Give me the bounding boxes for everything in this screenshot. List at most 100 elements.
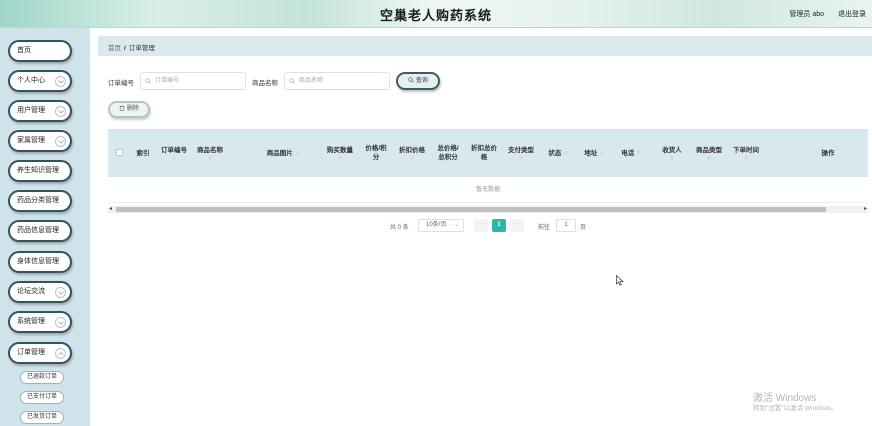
sidebar-item-label: 首页 [17,47,31,54]
sort-icon[interactable]: ⬦ [172,155,176,161]
column-header-label: 支付类型 [508,146,534,154]
sidebar-item-label: 论坛交流 [17,288,45,295]
column-header-label: 订单编号 [161,146,187,154]
top-header: 空巢老人购药系统 管理员 abo 退出登录 [0,0,872,28]
product-name-placeholder: 商品名称 [299,78,324,84]
column-header[interactable]: 商品名称 ⬦ [192,129,228,177]
sidebar-item-order-management[interactable]: 订单管理 [8,342,72,364]
table-header: 索引 订单编号 ⬦ 商品名称 ⬦ 商品图片 ⬦ 购买数量 ⬦ 价格/积分 折扣价格 ⬦ 总… [108,129,868,177]
column-header-label: 操作 [821,149,835,157]
scroll-left-icon[interactable]: ◂ [109,206,112,213]
sidebar-item-home[interactable]: 首页 [8,40,72,62]
sidebar-subitem-refunded-orders[interactable]: 已退款订单 [20,371,64,384]
sidebar-item-health-knowledge[interactable]: 养生知识管理 [8,160,72,182]
sort-icon[interactable]: ⬦ [600,150,604,156]
sidebar-item-label: 家属管理 [17,137,45,144]
column-header[interactable]: 价格/积分 [358,129,394,177]
sort-icon[interactable]: ⬦ [519,155,523,161]
column-header-label: 购买数量 [327,146,353,154]
sidebar-item-label: 身体信息管理 [17,258,59,265]
sidebar-item-label: 系统管理 [17,318,45,325]
sidebar-item-user-management[interactable]: 用户管理 [8,100,72,122]
sidebar-item-system-management[interactable]: 系统管理 [8,311,72,333]
sort-icon[interactable]: ⬦ [208,155,212,161]
sidebar-item-label: 个人中心 [17,77,45,84]
chevron-down-icon [55,317,66,328]
chevron-up-icon [55,348,66,359]
column-header[interactable]: 折扣总价格 [466,129,502,177]
sidebar-item-forum[interactable]: 论坛交流 [8,281,72,303]
sort-icon[interactable]: ⬦ [410,155,414,161]
column-header-label: 商品图片 [266,149,293,157]
sort-icon[interactable]: ⬦ [744,155,748,161]
column-header[interactable]: 地址 ⬦ [576,129,612,177]
column-header[interactable]: 支付类型 ⬦ [502,129,540,177]
goto-label: 前往 [538,225,551,231]
main-content: 首页 / 订单管理 订单编号 订单编号 商品名称 商品名称 查询 删除 索引 订单编… [90,28,872,426]
column-header[interactable]: 电话 ⬦ [612,129,650,177]
select-all-checkbox[interactable] [116,149,123,156]
sort-icon[interactable]: ⬦ [637,150,641,156]
column-header-label: 状态 [548,149,562,157]
column-header[interactable]: 状态 ⬦ [540,129,576,177]
sidebar: 首页 个人中心 用户管理 家属管理 养生知识管理 药品分类管理 药品信息管理 身… [0,28,90,426]
breadcrumb-home[interactable]: 首页 [108,45,121,52]
sidebar-item-label: 订单管理 [17,349,45,356]
column-header[interactable]: 购买数量 ⬦ [322,129,358,177]
column-header[interactable]: 订单编号 ⬦ [156,129,192,177]
sidebar-item-family-management[interactable]: 家属管理 [8,130,72,152]
column-header[interactable]: 总价格/总积分 [430,129,466,177]
chevron-down-icon [55,136,66,147]
column-header-label: 商品类型 [696,146,722,154]
sort-icon[interactable]: ⬦ [564,150,568,156]
delete-button[interactable]: 删除 [108,101,150,118]
column-header-label: 收货人 [662,146,682,154]
order-no-input[interactable]: 订单编号 [140,72,246,90]
sidebar-item-body-info[interactable]: 身体信息管理 [8,251,72,273]
column-header[interactable]: 索引 [130,129,156,177]
breadcrumb-separator: / [124,45,126,52]
logout-link[interactable]: 退出登录 [838,9,866,19]
column-header-label: 电话 [621,149,635,157]
search-icon [289,78,295,84]
query-button-label: 查询 [415,78,428,84]
column-header-label: 地址 [584,149,598,157]
prev-page-button[interactable]: ‹ [474,219,488,232]
sort-icon[interactable]: ⬦ [338,155,342,161]
sidebar-subitem-shipped-orders[interactable]: 已发货订单 [20,411,64,424]
scrollbar-thumb[interactable] [116,207,826,212]
product-name-input[interactable]: 商品名称 [284,72,390,90]
query-button[interactable]: 查询 [396,72,440,90]
column-header[interactable]: 商品类型 ⬦ [690,129,728,177]
sort-icon[interactable]: ⬦ [670,155,674,161]
breadcrumb-current: 订单管理 [128,45,155,52]
page-number-current[interactable]: 1 [492,219,506,232]
chevron-down-icon [55,287,66,298]
sidebar-item-label: 药品分类管理 [17,197,59,204]
column-header[interactable]: 收货人 ⬦ [654,129,690,177]
sidebar-item-drug-info[interactable]: 药品信息管理 [8,220,72,242]
column-header-label: 商品名称 [197,146,223,154]
goto-page-input[interactable]: 1 [556,219,576,232]
order-no-placeholder: 订单编号 [155,78,180,84]
sidebar-item-drug-category[interactable]: 药品分类管理 [8,190,72,212]
search-icon [408,77,414,83]
activation-watermark-subtitle: 转到"设置"以激活 Windows。 [753,405,838,412]
scroll-right-icon[interactable]: ▸ [864,206,867,213]
breadcrumb: 首页 / 订单管理 [108,42,155,52]
column-header[interactable]: 折扣价格 ⬦ [394,129,430,177]
sort-icon[interactable]: ⬦ [707,155,711,161]
sidebar-item-label: 养生知识管理 [17,167,59,174]
table-empty-text: 暂无数据 [108,177,868,203]
chevron-down-icon [55,106,66,117]
sidebar-subitem-paid-orders[interactable]: 已支付订单 [20,391,64,404]
next-page-button[interactable]: › [510,219,524,232]
horizontal-scrollbar[interactable]: ◂ ▸ [108,206,868,213]
sidebar-item-personal-center[interactable]: 个人中心 [8,70,72,92]
page-size-value: 10条/页 [426,222,447,228]
column-header[interactable]: 下单时间 ⬦ [728,129,764,177]
sort-icon[interactable]: ⬦ [296,150,300,156]
column-header-label: 分 [372,154,380,161]
column-header-label: 索引 [136,149,150,157]
page-size-select[interactable]: 10条/页 ⌄ [418,219,464,232]
